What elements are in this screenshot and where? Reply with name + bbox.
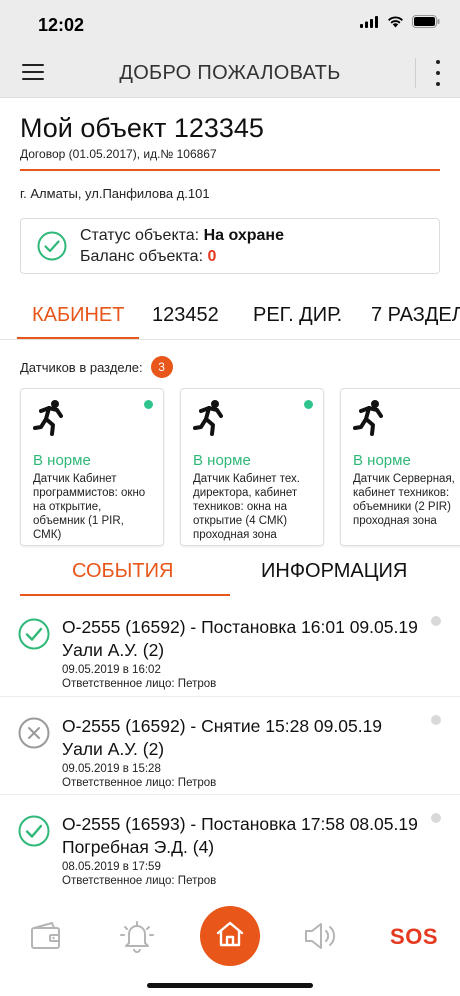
sos-button[interactable]: SOS [390, 924, 438, 950]
sensor-state: В норме [33, 452, 91, 469]
sensor-state: В норме [353, 452, 411, 469]
tab-events[interactable]: СОБЫТИЯ [72, 560, 173, 583]
motion-sensor-icon [193, 400, 227, 441]
events-list: О-2555 (16592) - Постановка 16:01 09.05.… [0, 598, 460, 892]
status-check-icon [37, 231, 67, 261]
status-lines: Статус объекта: На охране Баланс объекта… [80, 225, 284, 267]
event-item[interactable]: О-2555 (16593) - Постановка 17:58 08.05.… [0, 794, 460, 892]
sensor-state: В норме [193, 452, 251, 469]
contract-info: Договор (01.05.2017), ид.№ 106867 [20, 147, 217, 161]
active-subtab-indicator [20, 594, 230, 596]
balance-label: Баланс объекта: [80, 248, 208, 265]
header-title: ДОБРО ПОЖАЛОВАТЬ [119, 62, 341, 84]
check-circle-icon [18, 618, 50, 650]
status-time: 12:02 [38, 15, 85, 35]
sensor-description: Датчик Серверная, кабинет техников: объе… [353, 473, 455, 527]
event-responsible: Ответственное лицо: Петров [62, 777, 217, 789]
status-line: Статус объекта: На охране [80, 225, 284, 246]
bottom-navigation: SOS [0, 896, 460, 996]
check-circle-icon [18, 815, 50, 847]
status-value: На охране [203, 227, 284, 244]
active-tab-indicator [17, 337, 139, 339]
app-header: ДОБРО ПОЖАЛОВАТЬ [0, 48, 460, 98]
signal-icon [360, 15, 379, 33]
sensor-description: Датчик Кабинет программистов: окно на от… [33, 473, 146, 541]
wallet-icon[interactable] [26, 916, 66, 956]
tab-kabinet[interactable]: КАБИНЕТ [32, 304, 125, 327]
status-icons [360, 15, 440, 33]
sensor-cards: В норме Датчик Кабинет программистов: ок… [0, 386, 460, 548]
events-info-tabs: СОБЫТИЯ ИНФОРМАЦИЯ [0, 548, 460, 598]
tab-7-razdel[interactable]: 7 РАЗДЕЛ [371, 304, 460, 327]
event-date: 09.05.2019 в 16:02 [62, 664, 161, 676]
status-bar: 12:02 [0, 0, 460, 48]
event-read-dot [431, 813, 441, 823]
object-status-card: Статус объекта: На охране Баланс объекта… [20, 218, 440, 274]
tab-reg-dir[interactable]: РЕГ. ДИР. [253, 304, 342, 327]
sensor-card[interactable]: В норме Датчик Кабинет тех. директора, к… [180, 388, 324, 546]
sensors-caption: Датчиков в разделе: 3 [20, 356, 460, 378]
event-date: 09.05.2019 в 15:28 [62, 763, 161, 775]
event-item[interactable]: О-2555 (16592) - Снятие 15:28 09.05.19 У… [0, 696, 460, 794]
event-responsible: Ответственное лицо: Петров [62, 678, 217, 690]
event-date: 08.05.2019 в 17:59 [62, 861, 161, 873]
more-options-icon[interactable] [432, 60, 444, 86]
event-read-dot [431, 715, 441, 725]
tab-123452[interactable]: 123452 [152, 304, 219, 327]
sensors-count-badge: 3 [150, 356, 173, 378]
online-status-dot [144, 400, 153, 409]
wifi-icon [387, 15, 404, 33]
event-responsible: Ответственное лицо: Петров [62, 875, 217, 887]
object-info: Мой объект 123345 Договор (01.05.2017), … [0, 98, 460, 201]
online-status-dot [304, 400, 313, 409]
object-address: г. Алматы, ул.Панфилова д.101 [20, 186, 210, 201]
event-item[interactable]: О-2555 (16592) - Постановка 16:01 09.05.… [0, 598, 460, 696]
event-title: О-2555 (16592) - Снятие 15:28 09.05.19 У… [62, 716, 383, 759]
event-title: О-2555 (16593) - Постановка 17:58 08.05.… [62, 814, 418, 857]
home-indicator [147, 983, 313, 988]
status-label: Статус объекта: [80, 227, 204, 244]
event-read-dot [431, 616, 441, 626]
sensor-description: Датчик Кабинет тех. директора, кабинет т… [193, 473, 300, 541]
motion-sensor-icon [353, 400, 387, 441]
home-button[interactable] [200, 906, 260, 966]
balance-value: 0 [207, 248, 217, 265]
title-divider [20, 169, 440, 171]
tab-information[interactable]: ИНФОРМАЦИЯ [261, 560, 407, 583]
balance-line: Баланс объекта: 0 [80, 246, 284, 267]
header-divider [415, 58, 416, 88]
battery-icon [412, 15, 440, 33]
sensors-caption-label: Датчиков в разделе: [20, 359, 143, 375]
motion-sensor-icon [33, 400, 67, 441]
event-title: О-2555 (16592) - Постановка 16:01 09.05.… [62, 617, 418, 660]
home-icon [215, 920, 245, 953]
sensor-card[interactable]: В норме Датчик Кабинет программистов: ок… [20, 388, 164, 546]
alarm-bell-icon[interactable] [117, 916, 157, 956]
cross-circle-icon [18, 717, 50, 749]
object-title: Мой объект 123345 [20, 113, 264, 143]
siren-speaker-icon[interactable] [300, 916, 340, 956]
section-tabs: КАБИНЕТ 123452 РЕГ. ДИР. 7 РАЗДЕЛ [0, 294, 460, 340]
sensor-card[interactable]: В норме Датчик Серверная, кабинет техник… [340, 388, 460, 546]
